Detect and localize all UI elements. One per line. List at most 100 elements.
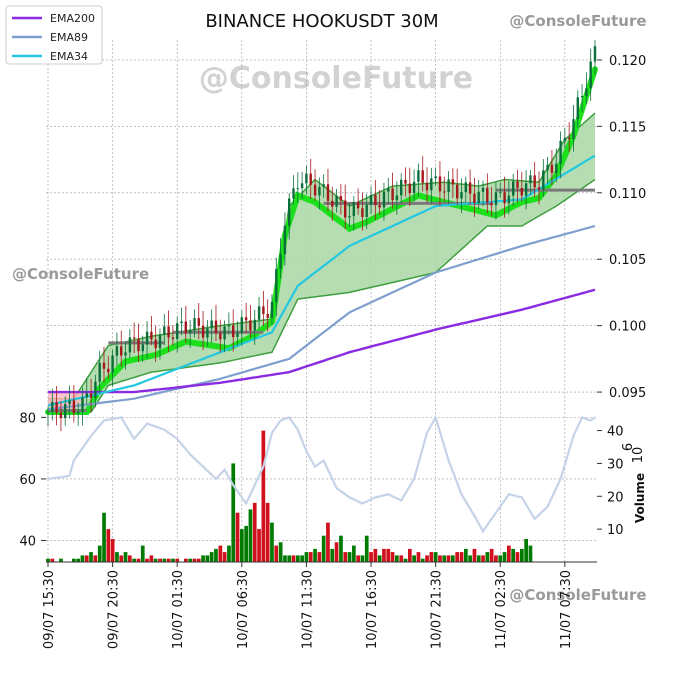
volume-bar [364, 535, 369, 562]
candle-body [296, 188, 299, 190]
candle-body [266, 314, 269, 318]
candle-body [335, 196, 338, 207]
candle-body [240, 317, 243, 333]
volume-bar [442, 555, 447, 562]
volume-bar [214, 548, 218, 562]
volume-bar [446, 555, 451, 562]
candle-body [486, 187, 489, 203]
chart-root: BINANCE HOOKUSDT 30M @ConsoleFuture @Conso… [0, 0, 690, 690]
candle-body [141, 344, 144, 352]
candle-body [309, 173, 312, 185]
volume-bar [231, 463, 236, 562]
candle-body [477, 191, 480, 203]
candle-body [395, 195, 399, 201]
candle-body [133, 337, 136, 339]
candle-body [313, 184, 317, 196]
x-tick-label-7: 11/07 02:30 [494, 570, 509, 649]
volume-bar [115, 552, 119, 562]
volume-bar [326, 522, 330, 562]
volume-tick-label-3: 40 [607, 425, 624, 440]
volume-bar [218, 545, 223, 562]
x-tick-label-1: 09/07 20:30 [107, 570, 122, 649]
volume-bars [46, 430, 533, 563]
candle-body [391, 188, 394, 201]
candle-body [412, 181, 416, 194]
candle-body [81, 397, 84, 412]
volume-bar [93, 555, 98, 562]
candle-body [59, 412, 63, 419]
candle-body [270, 301, 274, 318]
volume-bar [524, 539, 528, 562]
volume-bar [468, 555, 472, 562]
volume-bar [339, 535, 343, 562]
candle-body [494, 192, 498, 206]
candle-body [438, 176, 442, 192]
candle-body [451, 179, 455, 185]
candle-body [201, 325, 205, 338]
volume-bar [377, 555, 382, 562]
candle-body [197, 318, 200, 326]
candle-body [580, 96, 584, 98]
watermark-3: @ConsoleFuture [509, 586, 646, 604]
watermark-2: @ConsoleFuture [12, 265, 149, 283]
candle-body [85, 393, 88, 398]
volume-bar [386, 548, 391, 562]
candle-body [585, 88, 588, 96]
candle-body [115, 346, 119, 356]
price-tick-label-5: 0.120 [609, 54, 646, 69]
volume-tick-label-2: 30 [607, 457, 624, 472]
candle-body [150, 331, 153, 340]
volume-bar [459, 552, 464, 562]
volume-bar [464, 548, 468, 562]
candle-body [447, 179, 450, 192]
volume-bar [128, 555, 132, 562]
volume-bar [97, 545, 102, 562]
candle-body [51, 401, 54, 412]
candle-body [167, 326, 170, 338]
candle-body [542, 170, 545, 190]
volume-bar [317, 552, 322, 562]
candle-body [593, 46, 597, 62]
candle-body [227, 325, 231, 327]
candle-body [46, 412, 50, 413]
candle-body [387, 188, 390, 192]
volume-bar [252, 502, 257, 562]
candle-body [400, 179, 403, 196]
candle-body [524, 183, 528, 196]
candle-body [72, 400, 76, 414]
candle-body [193, 318, 196, 331]
candle-body [214, 320, 218, 334]
volume-bar [278, 542, 283, 562]
candle-body [529, 175, 532, 184]
candle-body [158, 335, 162, 349]
candle-body [468, 182, 472, 194]
candle-body [512, 181, 515, 196]
candle-body [94, 381, 97, 398]
candle-body [236, 333, 239, 337]
candle-body [361, 208, 364, 218]
candle-body [128, 337, 132, 353]
volume-bar [399, 555, 404, 562]
candle-body [189, 330, 192, 334]
candle-body [503, 192, 506, 204]
x-tick-label-0: 09/07 15:30 [42, 570, 57, 649]
candle-body [64, 404, 67, 419]
candle-body [249, 320, 252, 331]
legend-label-2: EMA34 [50, 50, 88, 63]
candle-body [68, 400, 71, 405]
volume-bar [300, 555, 304, 562]
volume-bar [489, 548, 494, 562]
price-tick-label-2: 0.105 [609, 253, 646, 268]
candle-body [550, 164, 554, 173]
candle-body [568, 137, 571, 139]
legend-label-0: EMA200 [50, 12, 95, 25]
candle-body [180, 321, 183, 324]
candle-body [408, 183, 411, 194]
candle-body [533, 175, 536, 188]
volume-bar [222, 552, 227, 562]
volume-axis-title: Volume [633, 473, 647, 523]
candle-body [77, 411, 80, 414]
oscillator-line [47, 414, 596, 534]
volume-bar [235, 512, 240, 562]
volume-bar [321, 535, 326, 562]
